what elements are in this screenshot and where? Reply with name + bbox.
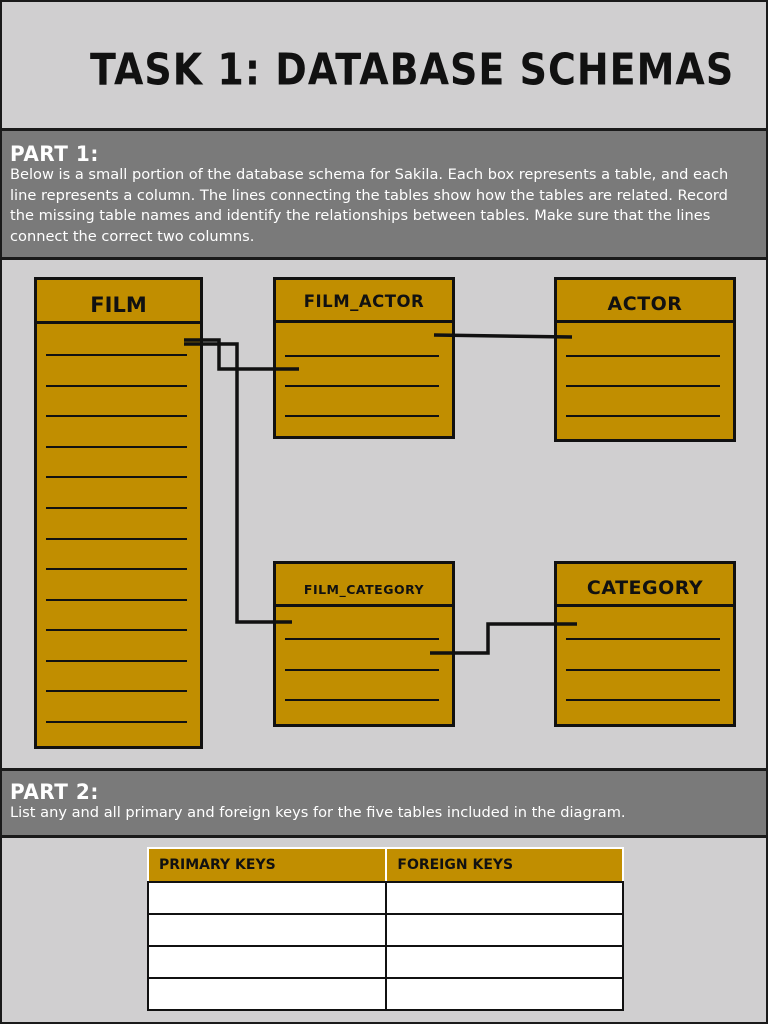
- table-row: [146, 881, 624, 915]
- primary-key-cell[interactable]: [146, 881, 388, 915]
- keys-table: PRIMARY KEYS FOREIGN KEYS: [146, 847, 624, 1011]
- part1-heading: PART 1:: [10, 141, 99, 167]
- foreign-key-cell[interactable]: [385, 977, 624, 1011]
- relationship-film-actor-to-actor: [433, 333, 573, 339]
- table-row: [146, 945, 624, 979]
- schema-diagram: FILM FILM_ACTOR ACTOR FILM_CATEGORY CATE…: [2, 260, 766, 768]
- primary-key-cell[interactable]: [146, 977, 388, 1011]
- foreign-key-cell[interactable]: [385, 881, 624, 915]
- page-title: TASK 1: DATABASE SCHEMAS: [90, 44, 735, 95]
- relationship-lines: [184, 333, 577, 655]
- primary-key-cell[interactable]: [146, 913, 388, 947]
- title-band: TASK 1: DATABASE SCHEMAS: [2, 2, 766, 131]
- part1-section: PART 1: Below is a small portion of the …: [2, 131, 766, 260]
- part2-instructions: List any and all primary and foreign key…: [10, 804, 626, 821]
- relationship-film-to-film-category: [184, 342, 292, 624]
- table-row: [146, 977, 624, 1011]
- part2-heading: PART 2:: [10, 779, 99, 805]
- foreign-keys-header: FOREIGN KEYS: [385, 847, 624, 883]
- foreign-key-cell[interactable]: [385, 945, 624, 979]
- part2-section: PART 2: List any and all primary and for…: [2, 768, 766, 838]
- worksheet-page: TASK 1: DATABASE SCHEMAS PART 1: Below i…: [0, 0, 768, 1024]
- relationship-film-category-to-category: [430, 622, 577, 655]
- part1-instructions: Below is a small portion of the database…: [10, 166, 729, 245]
- table-row: [146, 913, 624, 947]
- foreign-key-cell[interactable]: [385, 913, 624, 947]
- primary-keys-header: PRIMARY KEYS: [146, 847, 388, 883]
- primary-key-cell[interactable]: [146, 945, 388, 979]
